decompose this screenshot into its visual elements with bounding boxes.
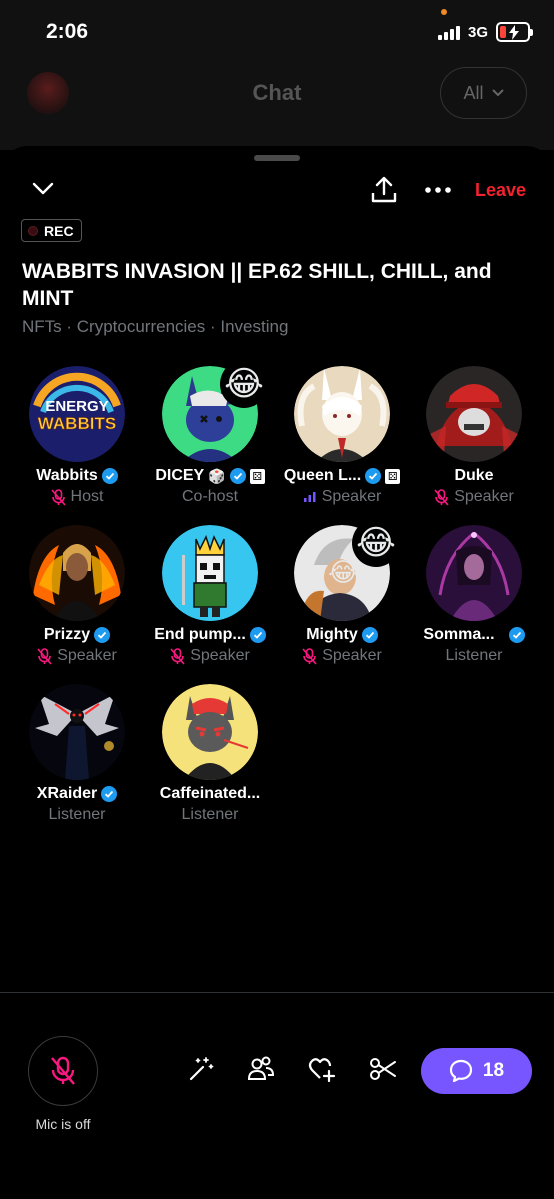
participant-name: Caffeinated... <box>159 785 261 802</box>
verified-badge-icon <box>508 627 525 643</box>
scissors-icon <box>370 1058 396 1080</box>
participant-prizzy[interactable]: Prizzy Speaker <box>11 525 143 666</box>
participant-name: Mighty <box>306 626 358 643</box>
mic-muted-icon <box>50 488 66 506</box>
verified-badge-icon <box>101 468 118 484</box>
space-sheet: Leave REC WABBITS INVASION || EP.62 SHIL… <box>0 146 554 1199</box>
cellular-signal-icon <box>438 24 462 40</box>
dice-icon: 🎲 <box>208 467 226 484</box>
magic-wand-icon <box>189 1057 214 1081</box>
speaking-indicator-icon <box>303 492 316 502</box>
verified-badge-icon <box>94 627 111 643</box>
affiliate-badge-icon: ⚄ <box>249 468 265 484</box>
participant-name: End pump... <box>154 626 246 643</box>
participant-duke[interactable]: Duke Speaker <box>408 366 540 507</box>
mic-muted-icon <box>302 647 317 665</box>
chat-bubble-icon <box>449 1059 473 1083</box>
svg-text:ENERGY: ENERGY <box>45 398 108 415</box>
emoji-reaction: 😂 <box>220 360 268 408</box>
verified-badge-icon <box>361 627 378 643</box>
network-type: 3G <box>468 24 489 41</box>
mic-off-icon <box>51 1056 75 1085</box>
mic-toggle-button[interactable] <box>28 1036 98 1106</box>
participant-role: Co-host <box>181 488 239 505</box>
participant-dicey[interactable]: 😂 DICEY 🎲 ⚄ Co-host <box>144 360 276 507</box>
participant-somma[interactable]: Somma... Listener <box>408 525 540 666</box>
verified-badge-icon <box>249 627 266 643</box>
avatar <box>29 525 125 621</box>
participant-caffeinated[interactable]: Caffeinated... Listener <box>144 684 276 825</box>
rec-label: REC <box>44 222 74 239</box>
participant-role: Speaker <box>57 647 117 664</box>
participant-role: Host <box>70 488 104 505</box>
avatar <box>294 366 390 462</box>
bottom-divider <box>0 992 554 993</box>
participant-queen[interactable]: Queen L... ⚄ Speaker <box>276 366 408 507</box>
collapse-chevron-icon[interactable] <box>32 182 54 196</box>
record-dot-icon <box>28 225 38 236</box>
chat-count: 18 <box>482 1060 505 1081</box>
avatar <box>162 525 258 621</box>
participant-role: Speaker <box>190 647 250 664</box>
participant-name: Duke <box>454 467 494 484</box>
emoji-reaction: 😂 <box>352 519 400 567</box>
participant-role: Speaker <box>321 488 382 505</box>
battery-charging-icon <box>496 22 533 42</box>
avatar: ENERGY WABBITS <box>29 366 125 462</box>
mic-status-label: Mic is off <box>35 1116 91 1132</box>
avatar <box>29 684 125 780</box>
sheet-grabber[interactable] <box>254 155 300 161</box>
affiliate-badge-icon: ⚄ <box>385 468 401 484</box>
filter-label: All <box>463 82 484 103</box>
avatar <box>426 366 522 462</box>
chevron-down-icon <box>491 89 504 97</box>
participant-mighty[interactable]: 😂 😂 Mighty Speaker <box>276 519 408 666</box>
svg-text:WABBITS: WABBITS <box>38 414 116 433</box>
more-options-icon[interactable] <box>425 187 451 193</box>
mic-muted-icon <box>37 647 52 665</box>
emoji-reaction-secondary: 😂 <box>328 557 359 587</box>
space-title: WABBITS INVASION || EP.62 SHILL, CHILL, … <box>22 260 492 310</box>
participant-name: Queen L... <box>283 467 362 484</box>
magic-wand-button[interactable] <box>186 1054 216 1084</box>
recording-badge: REC <box>21 219 82 242</box>
verified-badge-icon <box>365 468 382 484</box>
chat-button[interactable]: 18 <box>421 1048 532 1094</box>
people-button[interactable] <box>246 1054 276 1084</box>
people-icon <box>247 1056 275 1080</box>
participant-name: XRaider <box>36 785 98 802</box>
background-chat-header: Chat All <box>0 60 554 150</box>
avatar <box>426 525 522 621</box>
participant-wabbits[interactable]: ENERGY WABBITS Wabbits Host <box>11 366 143 507</box>
participant-role: Speaker <box>454 488 514 505</box>
status-bar: 2:06 3G <box>0 0 554 60</box>
filter-all-button[interactable]: All <box>440 67 527 119</box>
verified-badge-icon <box>229 468 246 484</box>
participant-end-pump[interactable]: End pump... Speaker <box>144 525 276 666</box>
privacy-indicator-dot <box>441 9 447 15</box>
clip-button[interactable] <box>368 1054 398 1084</box>
verified-badge-icon <box>101 786 118 802</box>
participant-name: Prizzy <box>43 626 91 643</box>
participant-name: Wabbits <box>36 467 98 484</box>
participant-role: Speaker <box>322 647 382 664</box>
avatar <box>162 684 258 780</box>
participant-role: Listener <box>181 806 239 823</box>
heart-plus-icon <box>308 1058 336 1082</box>
mic-muted-icon <box>434 488 449 506</box>
share-icon[interactable] <box>371 176 397 204</box>
participant-name: DICEY <box>155 467 205 484</box>
status-time: 2:06 <box>46 20 89 43</box>
participant-role: Listener <box>445 647 503 664</box>
participant-name: Somma... <box>423 626 495 643</box>
leave-button[interactable]: Leave <box>475 180 526 201</box>
mic-muted-icon <box>170 647 185 665</box>
react-button[interactable] <box>307 1054 337 1084</box>
participant-xraider[interactable]: XRaider Listener <box>11 684 143 825</box>
space-topics: NFTs · Cryptocurrencies · Investing <box>22 317 289 336</box>
participant-role: Listener <box>48 806 106 823</box>
